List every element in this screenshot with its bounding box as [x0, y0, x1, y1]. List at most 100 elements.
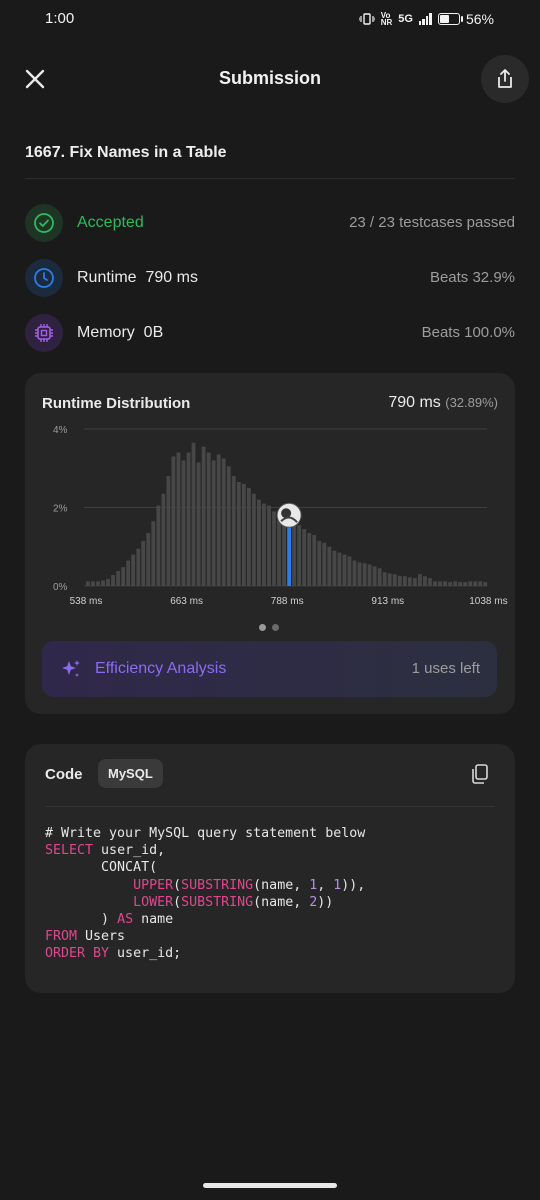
bar — [191, 442, 196, 586]
bar — [262, 503, 266, 586]
bar — [362, 563, 367, 586]
bar — [106, 578, 110, 586]
bar — [156, 505, 161, 586]
code-label: Code — [45, 766, 83, 783]
code-divider — [45, 806, 495, 807]
efficiency-label: Efficiency Analysis — [95, 660, 227, 677]
bar — [201, 446, 206, 586]
bar — [392, 574, 397, 586]
share-button[interactable] — [481, 55, 529, 103]
bar — [136, 548, 141, 586]
bar — [231, 476, 236, 586]
code-line: UPPER(SUBSTRING(name, 1, 1)), — [45, 878, 365, 893]
page-dots[interactable] — [259, 624, 279, 631]
bar — [206, 452, 211, 586]
runtime-stat: Runtime 790 ms — [77, 269, 198, 287]
page-dot-1[interactable] — [259, 624, 266, 631]
bar — [226, 466, 231, 586]
code-line: # Write your MySQL query statement below — [45, 826, 365, 841]
battery-percent: 56% — [465, 11, 494, 27]
bar — [312, 534, 317, 586]
efficiency-analysis-button[interactable]: Efficiency Analysis 1 uses left — [42, 641, 497, 697]
code-token: LOWER — [133, 894, 174, 910]
bar — [473, 581, 478, 586]
bar — [357, 562, 362, 586]
runtime-histogram[interactable]: 4% 2% 0%538 ms 663 ms 788 ms 913 ms 1038 ms — [25, 373, 515, 613]
bar — [297, 525, 302, 586]
bar — [412, 578, 417, 586]
accepted-badge — [25, 204, 63, 242]
testcases-passed: 23 / 23 testcases passed — [349, 214, 515, 231]
code-line: SELECT user_id, — [45, 843, 165, 858]
code-line: FROM Users — [45, 929, 125, 944]
bar — [438, 581, 442, 586]
memory-value: 0B — [143, 324, 164, 341]
bar — [257, 499, 261, 586]
code-token: SUBSTRING — [181, 894, 254, 910]
bar — [161, 493, 166, 586]
code-line: ) AS name — [45, 912, 173, 927]
code-token: CONCAT( — [45, 860, 158, 876]
bar — [307, 533, 312, 586]
clock-icon — [34, 268, 54, 288]
signal-icon — [418, 13, 432, 25]
bar — [417, 574, 422, 586]
vibrate-icon — [358, 13, 375, 25]
uses-left: 1 uses left — [411, 660, 480, 677]
bar — [327, 546, 332, 586]
bar — [478, 581, 483, 586]
bar — [126, 560, 131, 586]
page-dot-2[interactable] — [272, 624, 279, 631]
code-token: (name, — [253, 877, 310, 893]
y-tick-label: 0% — [53, 582, 68, 593]
bar — [272, 511, 276, 586]
bar — [372, 566, 377, 586]
memory-badge — [25, 314, 63, 352]
code-block[interactable]: # Write your MySQL query statement below… — [45, 825, 365, 963]
code-card: Code MySQL # Write your MySQL query stat… — [25, 744, 515, 993]
code-token: # Write your MySQL query statement below — [45, 826, 366, 841]
code-token: )) — [317, 894, 334, 910]
x-tick-label: 913 ms — [371, 596, 404, 607]
code-token: SELECT — [45, 843, 94, 859]
runtime-beats: Beats 32.9% — [429, 269, 515, 286]
copy-button[interactable] — [471, 764, 489, 789]
battery-icon — [437, 13, 463, 25]
bar — [292, 523, 297, 586]
bar — [221, 458, 226, 586]
bar — [382, 572, 387, 586]
check-circle-icon — [34, 213, 54, 233]
code-token: FROM — [45, 929, 78, 945]
bar — [337, 552, 342, 586]
bar — [251, 493, 256, 586]
bar — [428, 578, 432, 586]
network-type: 5G — [398, 13, 413, 25]
code-token: user_id, — [93, 843, 166, 859]
code-token: , — [317, 877, 334, 893]
code-token: Users — [77, 929, 126, 945]
bar — [211, 460, 216, 586]
bar — [483, 582, 488, 586]
bar — [196, 462, 201, 586]
share-icon — [498, 69, 512, 88]
code-line: CONCAT( — [45, 860, 157, 875]
language-chip[interactable]: MySQL — [98, 759, 163, 788]
bar — [468, 581, 473, 586]
runtime-badge — [25, 259, 63, 297]
x-tick-label: 663 ms — [170, 596, 203, 607]
bar — [352, 560, 357, 586]
sparkle-icon — [62, 660, 80, 677]
bar — [151, 521, 156, 586]
y-tick-label: 2% — [53, 504, 68, 515]
problem-title[interactable]: 1667. Fix Names in a Table — [25, 144, 227, 162]
bar — [433, 581, 437, 586]
bar — [407, 577, 412, 586]
bar — [423, 576, 427, 586]
code-line: ORDER BY user_id; — [45, 946, 181, 961]
bar — [458, 582, 463, 586]
bar — [91, 581, 95, 586]
home-indicator[interactable] — [203, 1183, 337, 1188]
bar — [241, 483, 246, 586]
runtime-value: 790 ms — [145, 269, 198, 286]
